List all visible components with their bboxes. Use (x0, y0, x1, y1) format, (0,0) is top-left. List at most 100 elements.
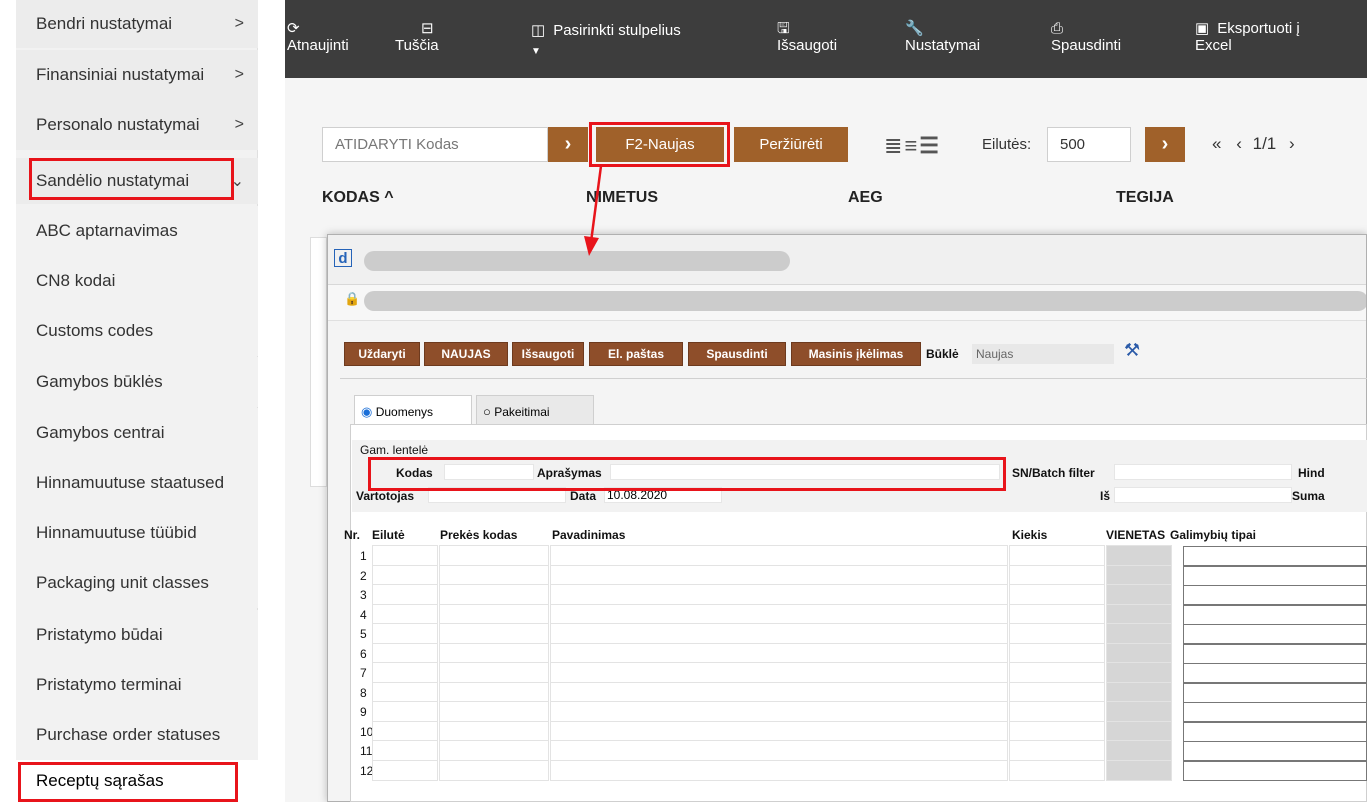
density-icons[interactable]: ≣≡☰ (884, 133, 941, 159)
row-kiekis-cell[interactable] (1009, 740, 1105, 761)
row-pavadinimas-cell[interactable] (550, 642, 1008, 664)
column-header-tegija[interactable]: TEGIJA (1116, 189, 1174, 207)
row-galimybiu-select[interactable] (1183, 682, 1367, 703)
row-pavadinimas-cell[interactable] (550, 701, 1008, 722)
row-pavadinimas-cell[interactable] (550, 720, 1008, 742)
hammer-icon[interactable]: ⚒ (1124, 340, 1140, 361)
row-galimybiu-select[interactable] (1183, 643, 1367, 664)
email-button[interactable]: El. paštas (589, 342, 683, 366)
row-galimybiu-select[interactable] (1183, 604, 1367, 625)
row-kiekis-cell[interactable] (1009, 642, 1105, 664)
sn-batch-input[interactable] (1114, 464, 1292, 480)
row-galimybiu-select[interactable] (1183, 546, 1367, 566)
sidebar-item-12[interactable]: Packaging unit classes (16, 558, 258, 608)
density-normal-icon[interactable]: ≡ (904, 133, 919, 158)
sidebar-item-9[interactable]: Gamybos centrai (16, 408, 258, 458)
row-kiekis-cell[interactable] (1009, 701, 1105, 722)
row-prekes-kodas-cell[interactable] (439, 603, 549, 625)
row-prekes-kodas-cell[interactable] (439, 759, 549, 781)
columns-button[interactable]: ◫ Pasirinkti stulpelius ▼ (531, 22, 681, 60)
column-header-kodas[interactable]: KODAS ^ (322, 189, 394, 207)
new-button[interactable]: NAUJAS (424, 342, 508, 366)
open-go-button[interactable]: › (548, 127, 588, 162)
sidebar-item-8[interactable]: Gamybos būklės (16, 357, 258, 407)
next-page-icon[interactable]: › (1289, 134, 1295, 153)
print-button[interactable]: ⎙ Spausdinti (1051, 20, 1121, 54)
row-pavadinimas-cell[interactable] (550, 662, 1008, 683)
rows-go-button[interactable]: › (1145, 127, 1185, 162)
row-galimybiu-select[interactable] (1183, 565, 1367, 586)
row-galimybiu-select[interactable] (1183, 702, 1367, 722)
export-button[interactable]: ▣ Eksportuoti į Excel (1195, 20, 1300, 54)
bulk-upload-button[interactable]: Masinis įkėlimas (791, 342, 921, 366)
save-button[interactable]: 🖫 Išsaugoti (777, 20, 837, 54)
row-eilute-cell[interactable] (372, 545, 438, 566)
save-doc-button[interactable]: Išsaugoti (512, 342, 584, 366)
row-galimybiu-select[interactable] (1183, 585, 1367, 605)
tab-data[interactable]: ◉ Duomenys (354, 395, 472, 425)
row-pavadinimas-cell[interactable] (550, 623, 1008, 644)
sidebar-item-7[interactable]: Customs codes (16, 306, 258, 356)
column-header-aeg[interactable]: AEG (848, 189, 883, 207)
row-eilute-cell[interactable] (372, 681, 438, 703)
row-prekes-kodas-cell[interactable] (439, 681, 549, 703)
row-kiekis-cell[interactable] (1009, 545, 1105, 566)
row-galimybiu-select[interactable] (1183, 721, 1367, 742)
row-prekes-kodas-cell[interactable] (439, 642, 549, 664)
row-pavadinimas-cell[interactable] (550, 603, 1008, 625)
row-eilute-cell[interactable] (372, 662, 438, 683)
sidebar-item-11[interactable]: Hinnamuutuse tüübid (16, 508, 258, 558)
row-kiekis-cell[interactable] (1009, 681, 1105, 703)
row-eilute-cell[interactable] (372, 584, 438, 605)
row-prekes-kodas-cell[interactable] (439, 623, 549, 644)
row-pavadinimas-cell[interactable] (550, 759, 1008, 781)
row-prekes-kodas-cell[interactable] (439, 740, 549, 761)
sidebar-item-5[interactable]: ABC aptarnavimas (16, 206, 258, 256)
density-wide-icon[interactable]: ☰ (919, 133, 941, 158)
row-prekes-kodas-cell[interactable] (439, 584, 549, 605)
print-doc-button[interactable]: Spausdinti (688, 342, 786, 366)
row-eilute-cell[interactable] (372, 623, 438, 644)
refresh-button[interactable]: ⟳ Atnaujinti (287, 20, 349, 54)
settings-button[interactable]: 🔧 Nustatymai (905, 20, 980, 54)
is-input[interactable] (1114, 487, 1292, 503)
row-galimybiu-select[interactable] (1183, 624, 1367, 644)
vartotojas-input[interactable] (428, 487, 566, 503)
row-eilute-cell[interactable] (372, 720, 438, 742)
row-eilute-cell[interactable] (372, 642, 438, 664)
row-eilute-cell[interactable] (372, 701, 438, 722)
sidebar-item-6[interactable]: CN8 kodai (16, 256, 258, 306)
new-f2-button[interactable]: F2-Naujas (596, 127, 724, 162)
row-pavadinimas-cell[interactable] (550, 681, 1008, 703)
sidebar-item-14[interactable]: Pristatymo terminai (16, 660, 258, 710)
sidebar-item-2[interactable]: Finansiniai nustatymai > (16, 50, 258, 100)
row-eilute-cell[interactable] (372, 740, 438, 761)
row-kiekis-cell[interactable] (1009, 623, 1105, 644)
row-pavadinimas-cell[interactable] (550, 564, 1008, 586)
density-compact-icon[interactable]: ≣ (884, 133, 904, 158)
row-prekes-kodas-cell[interactable] (439, 545, 549, 566)
row-prekes-kodas-cell[interactable] (439, 564, 549, 586)
row-prekes-kodas-cell[interactable] (439, 701, 549, 722)
aprasymas-input[interactable] (610, 464, 1000, 480)
open-code-input[interactable]: ATIDARYTI Kodas (322, 127, 548, 162)
sidebar-item-3[interactable]: Personalo nustatymai > (16, 100, 258, 150)
sidebar-item-15[interactable]: Purchase order statuses (16, 710, 258, 760)
row-kiekis-cell[interactable] (1009, 564, 1105, 586)
row-pavadinimas-cell[interactable] (550, 584, 1008, 605)
kodas-input[interactable] (444, 464, 534, 480)
row-kiekis-cell[interactable] (1009, 584, 1105, 605)
row-galimybiu-select[interactable] (1183, 741, 1367, 761)
row-eilute-cell[interactable] (372, 564, 438, 586)
sidebar-item-4[interactable]: Sandėlio nustatymai ⌄ (16, 158, 258, 204)
prev-page-icon[interactable]: ‹ (1236, 134, 1242, 153)
view-button[interactable]: Peržiūrėti (734, 127, 848, 162)
close-button[interactable]: Uždaryti (344, 342, 420, 366)
row-kiekis-cell[interactable] (1009, 603, 1105, 625)
row-pavadinimas-cell[interactable] (550, 740, 1008, 761)
row-prekes-kodas-cell[interactable] (439, 720, 549, 742)
row-eilute-cell[interactable] (372, 603, 438, 625)
row-pavadinimas-cell[interactable] (550, 545, 1008, 566)
row-eilute-cell[interactable] (372, 759, 438, 781)
tab-changes[interactable]: ○ Pakeitimai (476, 395, 594, 425)
